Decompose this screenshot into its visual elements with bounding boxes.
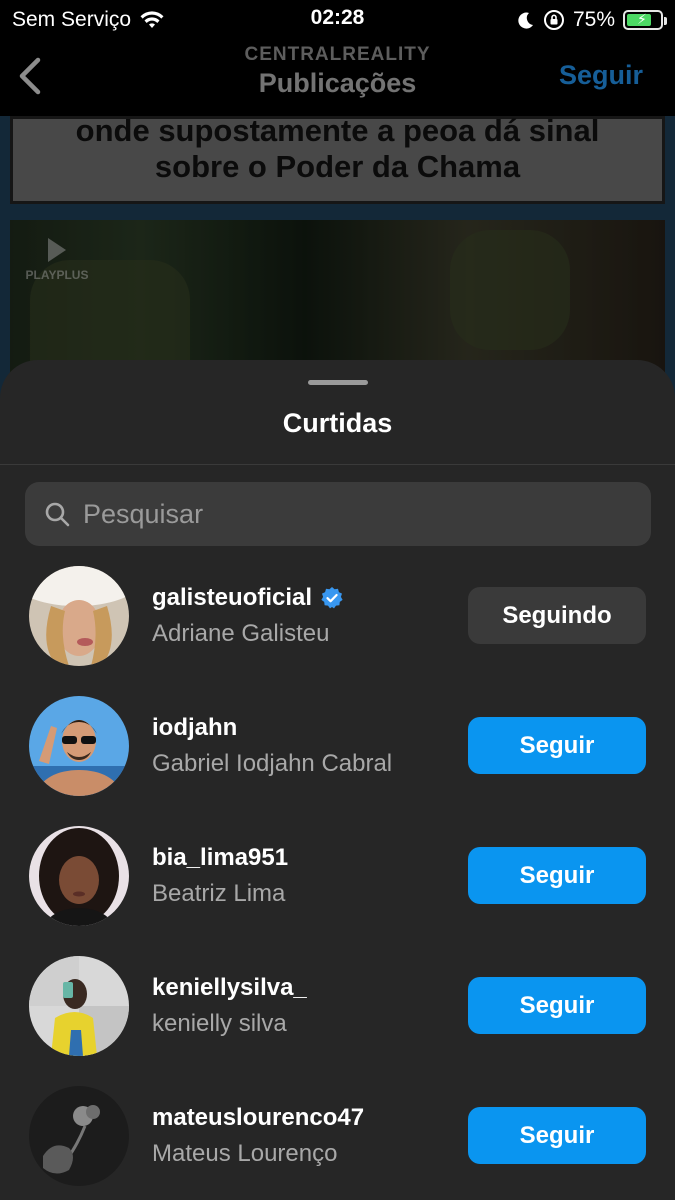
- full-name: kenielly silva: [152, 1010, 287, 1037]
- likes-sheet: Curtidas galisteuoficia: [0, 360, 675, 1200]
- search-icon: [45, 502, 70, 527]
- avatar[interactable]: [29, 566, 129, 666]
- full-name: Gabriel Iodjahn Cabral: [152, 750, 393, 777]
- avatar[interactable]: [29, 826, 129, 926]
- avatar[interactable]: [29, 1086, 129, 1186]
- orientation-lock-icon: [543, 10, 564, 30]
- username[interactable]: iodjahn: [152, 714, 237, 742]
- avatar-image: [29, 566, 129, 666]
- battery-cap: [664, 17, 667, 25]
- username[interactable]: galisteuoficial: [152, 584, 312, 612]
- sheet-title: Curtidas: [282, 408, 393, 438]
- username-line: mateuslourenco47: [152, 1104, 364, 1132]
- user-names: keniellysilva_ kenielly silva: [152, 974, 307, 1038]
- avatar-image: [29, 956, 129, 1056]
- username-line: keniellysilva_: [152, 974, 307, 1002]
- follow-button[interactable]: Seguir: [468, 847, 646, 904]
- list-item[interactable]: bia_lima951 Beatriz Lima Seguir: [0, 826, 675, 956]
- full-name: Mateus Lourenço: [152, 1140, 338, 1167]
- follow-button[interactable]: Seguir: [468, 1107, 646, 1164]
- list-item[interactable]: mateuslourenco47 Mateus Lourenço Seguir: [0, 1086, 675, 1200]
- status-right: 75% ⚡: [517, 8, 667, 32]
- full-name: Adriane Galisteu: [152, 620, 330, 647]
- avatar-image: [29, 826, 129, 926]
- nav-bar: CENTRALREALITY Publicações Seguir: [0, 40, 675, 116]
- username-line: galisteuoficial: [152, 584, 344, 612]
- bolt-icon: ⚡: [637, 11, 647, 27]
- avatar-image: [29, 696, 129, 796]
- status-bar: Sem Serviço 02:28 75% ⚡: [0, 0, 675, 40]
- username-line: iodjahn: [152, 714, 392, 742]
- username[interactable]: mateuslourenco47: [152, 1104, 364, 1132]
- avatar-image: [29, 1086, 129, 1186]
- username-line: bia_lima951: [152, 844, 288, 872]
- verified-badge-icon: [321, 587, 343, 609]
- follow-button[interactable]: Seguir: [468, 977, 646, 1034]
- user-names: iodjahn Gabriel Iodjahn Cabral: [152, 714, 392, 778]
- battery-charging-icon: ⚡: [623, 10, 667, 30]
- status-left: Sem Serviço: [12, 8, 517, 32]
- username[interactable]: bia_lima951: [152, 844, 288, 872]
- list-item[interactable]: iodjahn Gabriel Iodjahn Cabral Seguir: [0, 696, 675, 826]
- battery-percent: 75%: [572, 8, 615, 31]
- list-item[interactable]: keniellysilva_ kenielly silva Seguir: [0, 956, 675, 1086]
- search-input[interactable]: [83, 498, 623, 530]
- full-name: Beatriz Lima: [152, 880, 286, 907]
- avatar[interactable]: [29, 696, 129, 796]
- username[interactable]: keniellysilva_: [152, 974, 307, 1002]
- nav-follow-button[interactable]: Seguir: [559, 60, 643, 91]
- likes-list: galisteuoficial Adriane Galisteu Seguind…: [0, 566, 675, 1200]
- carrier-label: Sem Serviço: [12, 8, 132, 31]
- divider: [0, 464, 675, 465]
- wifi-icon: [140, 11, 164, 28]
- avatar[interactable]: [29, 956, 129, 1056]
- follow-button[interactable]: Seguir: [468, 717, 646, 774]
- moon-icon: [518, 12, 533, 29]
- search-bar[interactable]: [25, 482, 651, 546]
- user-names: bia_lima951 Beatriz Lima: [152, 844, 288, 908]
- user-names: galisteuoficial Adriane Galisteu: [152, 584, 344, 648]
- sheet-drag-handle[interactable]: [308, 380, 368, 385]
- user-names: mateuslourenco47 Mateus Lourenço: [152, 1104, 364, 1168]
- following-button[interactable]: Seguindo: [468, 587, 646, 644]
- list-item[interactable]: galisteuoficial Adriane Galisteu Seguind…: [0, 566, 675, 696]
